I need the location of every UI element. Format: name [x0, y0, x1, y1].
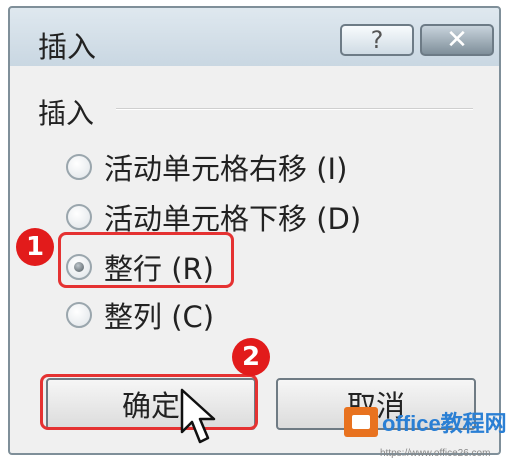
- watermark-brand: office教程网: [382, 411, 507, 436]
- watermark: office教程网: [344, 406, 507, 438]
- radio-circle[interactable]: [66, 154, 92, 180]
- step2-badge: 2: [232, 338, 270, 376]
- radio-circle[interactable]: [66, 302, 92, 328]
- close-icon: ✕: [446, 25, 468, 55]
- help-icon: ?: [370, 26, 384, 54]
- dialog-title: 插入: [38, 30, 97, 64]
- radio-circle[interactable]: [66, 204, 92, 230]
- mouse-cursor-icon: [180, 388, 216, 444]
- office-logo-icon: [344, 407, 378, 437]
- radio-label: 整列 (C): [104, 300, 215, 334]
- help-button[interactable]: ?: [340, 24, 414, 56]
- title-bar: 插入 ? ✕: [10, 8, 499, 66]
- step1-highlight: [58, 232, 234, 288]
- insert-group-label: 插入: [38, 97, 95, 130]
- close-button[interactable]: ✕: [420, 24, 494, 56]
- radio-shift-cells-right[interactable]: 活动单元格右移 (I): [66, 146, 347, 188]
- step2-highlight: [40, 374, 258, 430]
- step1-badge: 1: [16, 228, 54, 266]
- watermark-url: https://www.office26.com: [380, 448, 491, 459]
- group-divider: [116, 108, 473, 110]
- radio-label: 活动单元格右移 (I): [104, 152, 348, 186]
- radio-entire-column[interactable]: 整列 (C): [66, 294, 214, 336]
